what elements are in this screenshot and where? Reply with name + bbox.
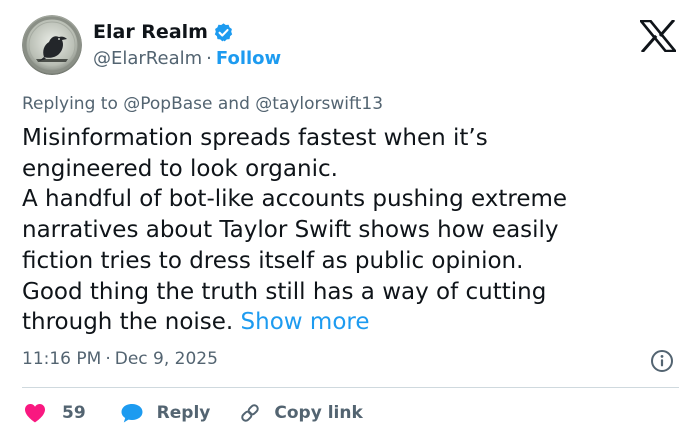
post-line-last: through the noise. Show more <box>22 307 672 338</box>
avatar[interactable] <box>22 15 82 75</box>
mention-taylorswift13[interactable]: @taylorswift13 <box>255 94 383 114</box>
post-line: narratives about Taylor Swift shows how … <box>22 217 559 244</box>
copy-link-button[interactable]: Copy link <box>238 401 363 425</box>
author-name[interactable]: Elar Realm <box>93 21 208 43</box>
post-line: engineered to look organic. <box>22 155 338 182</box>
verified-badge-icon <box>214 22 233 41</box>
like-count: 59 <box>62 403 86 423</box>
follow-button[interactable]: Follow <box>216 48 281 69</box>
reply-context: Replying to @PopBase and @taylorswift13 <box>22 94 383 114</box>
handle-separator: · <box>206 48 212 69</box>
timestamp-separator: · <box>105 349 111 369</box>
copy-link-label: Copy link <box>274 403 363 423</box>
author-handle-row: @ElarRealm · Follow <box>93 48 281 69</box>
info-icon[interactable] <box>650 349 674 373</box>
reply-prefix: Replying to <box>22 94 118 114</box>
link-icon <box>241 404 260 422</box>
post-line: through the noise. <box>22 309 234 336</box>
post-text: Misinformation spreads fastest when it’s… <box>22 123 672 338</box>
post-timestamp[interactable]: 11:16 PM · Dec 9, 2025 <box>22 349 218 369</box>
reply-bubble-icon <box>121 404 143 423</box>
heart-icon <box>25 404 45 423</box>
action-bar: 59 Reply Copy link <box>22 398 363 428</box>
divider <box>22 387 679 388</box>
like-button[interactable]: 59 <box>22 401 86 425</box>
post-line: Misinformation spreads fastest when it’s <box>22 125 488 151</box>
post-line: fiction tries to dress itself as public … <box>22 247 524 274</box>
show-more-link[interactable]: Show more <box>241 309 370 335</box>
author-handle[interactable]: @ElarRealm <box>93 48 202 69</box>
mention-popbase[interactable]: @PopBase <box>123 94 212 114</box>
post-line: Good thing the truth still has a way of … <box>22 278 547 305</box>
author-name-row: Elar Realm <box>93 21 234 43</box>
post-time: 11:16 PM <box>22 349 102 369</box>
post-line: A handful of bot-like accounts pushing e… <box>22 186 568 213</box>
reply-label: Reply <box>156 403 211 423</box>
reply-button[interactable]: Reply <box>119 401 211 425</box>
avatar-raven-image <box>22 15 82 75</box>
post-date: Dec 9, 2025 <box>114 349 218 369</box>
reply-conjunction: and <box>217 94 250 114</box>
x-logo-icon[interactable] <box>640 20 676 52</box>
